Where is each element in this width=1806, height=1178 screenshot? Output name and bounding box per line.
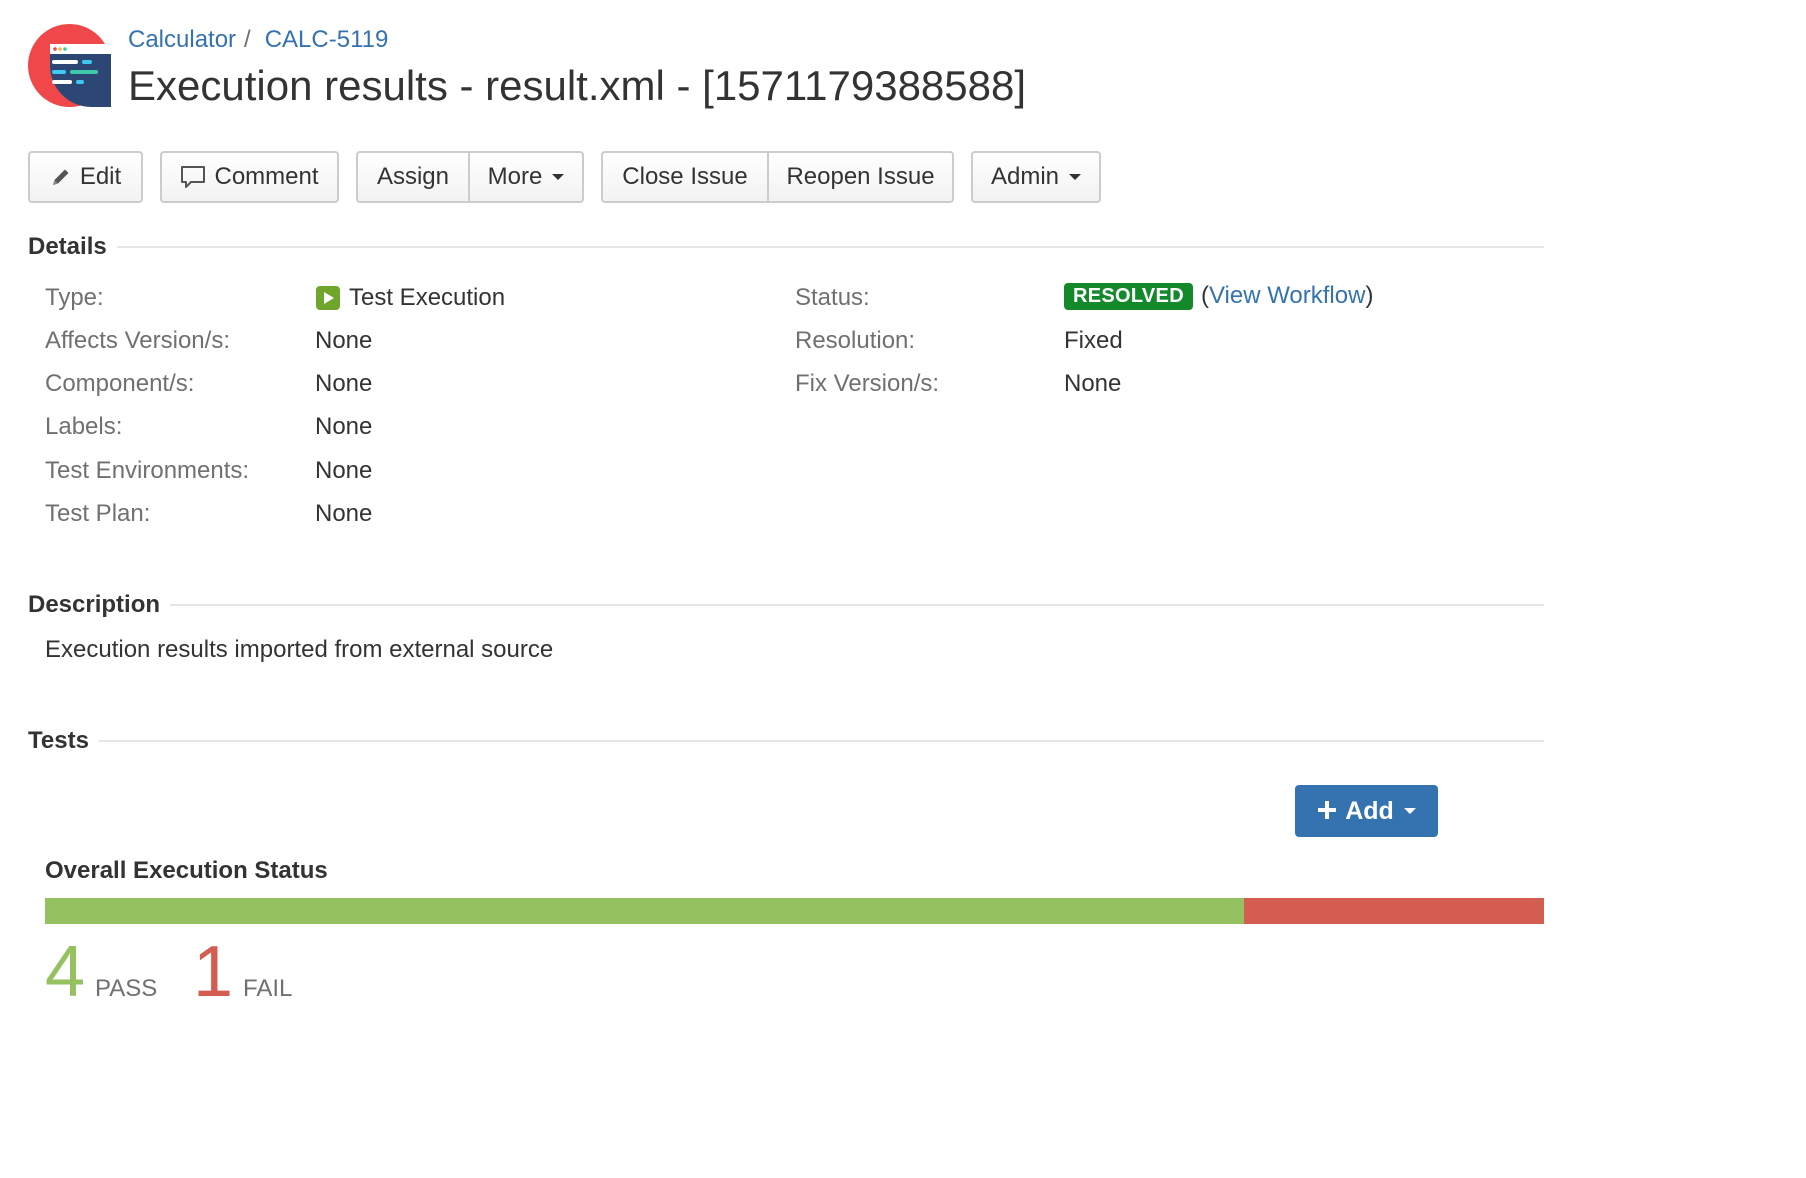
issue-page: Calculator / CALC-5119 Execution results -… <box>0 0 1806 1178</box>
type-value-text: Test Execution <box>349 284 506 311</box>
pass-count-number: 4 <box>45 932 86 1012</box>
test-environments-label: Test Environments: <box>45 457 250 484</box>
details-section-heading[interactable]: Details <box>28 233 1544 261</box>
workflow-button-group: Close Issue Reopen Issue <box>601 151 954 203</box>
resolution-label: Resolution: <box>795 327 916 354</box>
comment-button-label: Comment <box>214 163 319 190</box>
pass-count[interactable]: 4 PASS <box>45 936 157 1008</box>
paren-open: ( <box>1200 282 1209 309</box>
breadcrumb: Calculator / CALC-5119 <box>128 26 388 54</box>
affects-versions-label: Affects Version/s: <box>45 327 230 354</box>
test-plan-value: None <box>315 500 373 527</box>
status-badge: RESOLVED <box>1064 282 1193 310</box>
comment-button[interactable]: Comment <box>160 151 339 203</box>
tests-divider <box>98 740 1544 742</box>
add-test-button[interactable]: Add <box>1295 785 1438 837</box>
chevron-down-icon <box>1403 808 1416 814</box>
test-environments-value: None <box>315 457 373 484</box>
reopen-issue-button-label: Reopen Issue <box>786 163 935 190</box>
description-text: Execution results imported from external… <box>45 636 554 663</box>
affects-versions-value: None <box>315 327 373 354</box>
tests-heading: Tests <box>28 727 89 754</box>
paren-close: ) <box>1365 282 1374 309</box>
overall-execution-status-title: Overall Execution Status <box>45 857 328 884</box>
labels-value: None <box>315 413 373 440</box>
close-issue-button-label: Close Issue <box>622 163 748 190</box>
test-plan-label: Test Plan: <box>45 500 151 527</box>
admin-dropdown-button[interactable]: Admin <box>971 151 1101 203</box>
chevron-down-icon <box>552 174 565 180</box>
page-title: Execution results - result.xml - [157117… <box>128 62 1027 109</box>
chevron-down-icon <box>1069 174 1082 180</box>
description-section-heading[interactable]: Description <box>28 591 1544 619</box>
comment-icon <box>180 164 206 190</box>
fix-versions-value: None <box>1064 370 1122 397</box>
details-heading: Details <box>28 233 107 260</box>
tests-section-heading[interactable]: Tests <box>28 727 1544 755</box>
assign-more-button-group: Assign More <box>356 151 584 203</box>
fail-count-label: FAIL <box>243 975 293 1002</box>
fail-count[interactable]: 1 FAIL <box>193 936 292 1008</box>
breadcrumb-project-link[interactable]: Calculator <box>128 26 236 53</box>
reopen-issue-button[interactable]: Reopen Issue <box>767 153 952 201</box>
more-dropdown-button[interactable]: More <box>468 153 582 201</box>
description-divider <box>170 604 1544 606</box>
plus-icon <box>1317 795 1337 827</box>
details-divider <box>116 246 1544 248</box>
test-execution-icon <box>316 286 340 310</box>
status-value: RESOLVED (View Workflow) <box>1064 282 1373 310</box>
components-value: None <box>315 370 373 397</box>
close-issue-button[interactable]: Close Issue <box>603 153 767 201</box>
pencil-icon <box>50 166 72 188</box>
description-heading: Description <box>28 591 161 618</box>
more-button-label: More <box>487 163 543 190</box>
breadcrumb-issue-link[interactable]: CALC-5119 <box>265 26 389 53</box>
labels-label: Labels: <box>45 413 123 440</box>
fail-segment[interactable] <box>1244 898 1544 924</box>
add-button-label: Add <box>1345 796 1394 825</box>
assign-button-label: Assign <box>376 163 450 190</box>
resolution-value: Fixed <box>1064 327 1123 354</box>
pass-segment[interactable] <box>45 898 1245 924</box>
project-avatar-icon[interactable] <box>28 24 111 107</box>
components-label: Component/s: <box>45 370 195 397</box>
edit-button-label: Edit <box>79 163 122 190</box>
pass-count-label: PASS <box>95 975 158 1002</box>
execution-status-bar <box>45 898 1544 924</box>
edit-button[interactable]: Edit <box>28 151 143 203</box>
breadcrumb-separator: / <box>244 26 251 53</box>
fix-versions-label: Fix Version/s: <box>795 370 940 397</box>
assign-button[interactable]: Assign <box>358 153 468 201</box>
type-value: Test Execution <box>315 284 505 312</box>
view-workflow-link[interactable]: View Workflow <box>1209 282 1366 310</box>
admin-button-label: Admin <box>990 163 1060 190</box>
fail-count-number: 1 <box>193 932 234 1012</box>
type-label: Type: <box>45 284 104 311</box>
status-label: Status: <box>795 284 870 311</box>
